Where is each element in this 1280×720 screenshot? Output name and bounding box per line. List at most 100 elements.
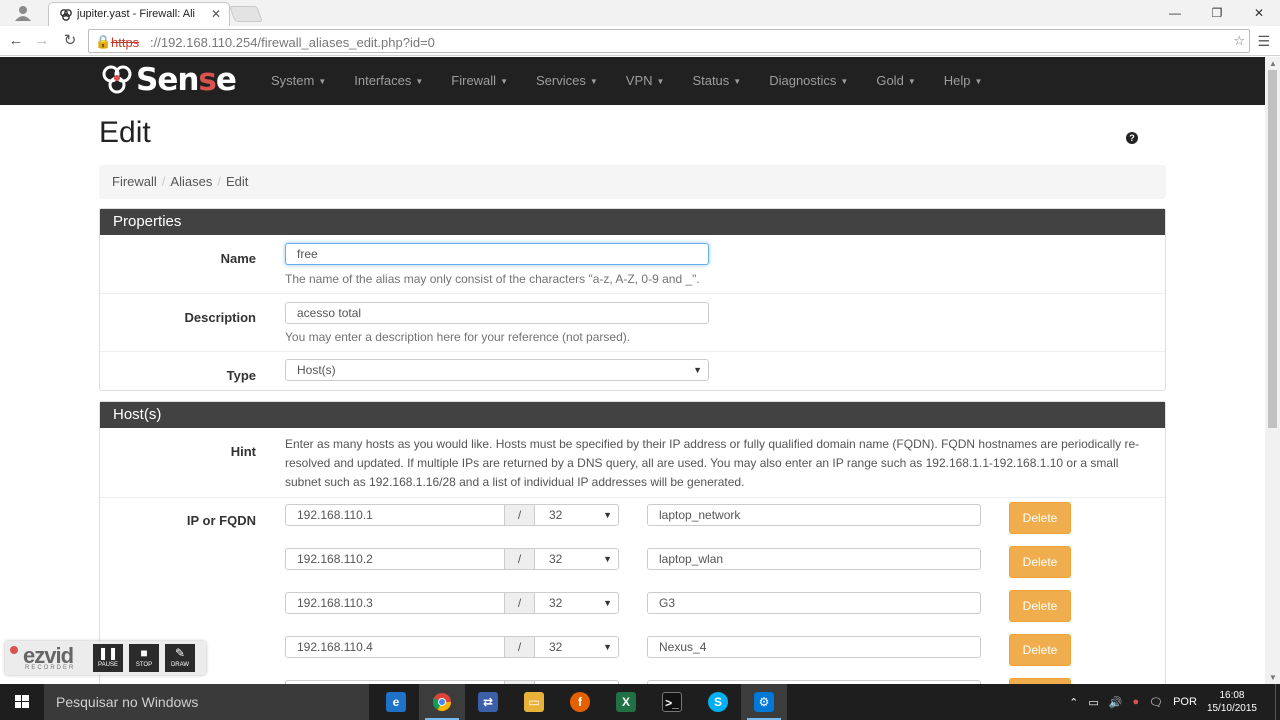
- host-description-input[interactable]: laptop_wlan: [647, 548, 981, 570]
- reload-icon[interactable]: ↻: [60, 32, 80, 50]
- ip-input[interactable]: 192.168.110.1: [285, 504, 505, 526]
- cidr-slash: /: [505, 504, 534, 526]
- tab-close-icon[interactable]: ✕: [211, 7, 221, 21]
- profile-icon[interactable]: [8, 3, 38, 23]
- delete-button[interactable]: Delete: [1009, 590, 1071, 622]
- windows-start-icon[interactable]: [0, 684, 44, 720]
- cidr-select[interactable]: 32 ▼: [534, 592, 619, 614]
- excel-icon[interactable]: X: [603, 684, 649, 720]
- recording-tray-icon[interactable]: ●: [1132, 696, 1139, 708]
- pfsense-logo[interactable]: Sense: [100, 62, 237, 98]
- record-indicator-icon: [10, 646, 18, 654]
- menu-services[interactable]: Services ▼: [536, 57, 598, 105]
- close-window-icon[interactable]: ✕: [1238, 0, 1280, 26]
- chevron-down-icon: ▼: [603, 642, 612, 652]
- delete-button[interactable]: Delete: [1009, 546, 1071, 578]
- description-help: You may enter a description here for you…: [285, 330, 631, 344]
- chrome-logo-icon: [432, 693, 451, 712]
- host-description-input[interactable]: laptop_network: [647, 504, 981, 526]
- terminal-icon[interactable]: >_: [649, 684, 695, 720]
- delete-button[interactable]: Delete: [1009, 502, 1071, 534]
- pause-button[interactable]: ❚❚ PAUSE: [93, 644, 123, 672]
- breadcrumb-aliases[interactable]: Aliases: [170, 174, 212, 189]
- cidr-slash: /: [505, 636, 534, 658]
- cidr-slash: /: [505, 592, 534, 614]
- network-icon[interactable]: ▭: [1088, 696, 1098, 709]
- scroll-thumb[interactable]: [1268, 70, 1277, 428]
- ip-input[interactable]: 192.168.110.3: [285, 592, 505, 614]
- chrome-icon[interactable]: [419, 684, 465, 720]
- firefox-icon[interactable]: f: [557, 684, 603, 720]
- recorder-subtitle: RECORDER: [25, 665, 76, 671]
- menu-status[interactable]: Status ▼: [692, 57, 741, 105]
- clock-date: 15/10/2015: [1206, 703, 1257, 714]
- host-entry: 192.168.110.1 / 32 ▼ laptop_network Delet…: [100, 502, 1165, 548]
- type-select[interactable]: Host(s) ▼: [285, 359, 709, 381]
- ip-input[interactable]: 192.168.110.2: [285, 548, 505, 570]
- browser-menu-icon[interactable]: ☰: [1257, 33, 1270, 50]
- chevron-down-icon: ▼: [603, 554, 612, 564]
- top-navbar: Sense System ▼ Interfaces ▼ Firewall ▼ Serv…: [0, 57, 1265, 105]
- properties-panel: Properties Name free The name of the ali…: [99, 208, 1166, 391]
- cidr-select[interactable]: 32 ▼: [534, 548, 619, 570]
- restore-icon[interactable]: ❐: [1196, 0, 1238, 26]
- tray-expand-icon[interactable]: ⌃: [1069, 696, 1078, 709]
- clock-time: 16:08: [1219, 690, 1245, 701]
- clock[interactable]: 16:08 15/10/2015: [1207, 689, 1257, 715]
- minimize-icon[interactable]: —: [1154, 0, 1196, 26]
- help-icon[interactable]: ?: [1126, 132, 1138, 144]
- new-tab-button[interactable]: [229, 6, 263, 22]
- bookmark-star-icon[interactable]: ☆: [1233, 33, 1245, 49]
- description-input[interactable]: acesso total: [285, 302, 709, 324]
- edge-icon[interactable]: e: [373, 684, 419, 720]
- page-scrollbar[interactable]: ▲ ▼: [1265, 57, 1280, 684]
- page-title: Edit: [99, 116, 151, 149]
- skype-icon[interactable]: S: [695, 684, 741, 720]
- taskbar-apps: e ⇄ ▭ f X >_ S ⚙: [373, 684, 787, 720]
- taskbar-search[interactable]: Pesquisar no Windows: [44, 684, 369, 720]
- hint-text: Enter as many hosts as you would like. H…: [285, 437, 1140, 489]
- hosts-panel: Host(s) Hint Enter as many hosts as you …: [99, 401, 1166, 684]
- scroll-down-icon[interactable]: ▼: [1269, 673, 1277, 682]
- ip-input[interactable]: 192.168.110.4: [285, 636, 505, 658]
- hint-row: Hint Enter as many hosts as you would li…: [100, 428, 1165, 498]
- browser-tabstrip: jupiter.yast - Firewall: Ali ✕ — ❐ ✕: [0, 0, 1280, 26]
- settings-app-icon[interactable]: ⚙: [741, 684, 787, 720]
- tab-title: jupiter.yast - Firewall: Ali: [77, 8, 195, 20]
- show-desktop-button[interactable]: [1275, 684, 1280, 720]
- file-explorer-icon[interactable]: ▭: [511, 684, 557, 720]
- breadcrumb-edit: Edit: [225, 174, 249, 189]
- delete-button[interactable]: Delete: [1009, 634, 1071, 666]
- forward-icon[interactable]: →: [32, 32, 52, 50]
- address-bar[interactable]: 🔒 https ://192.168.110.254/firewall_alia…: [88, 29, 1250, 53]
- chevron-down-icon: ▼: [603, 510, 612, 520]
- scroll-up-icon[interactable]: ▲: [1269, 59, 1277, 68]
- browser-tab[interactable]: jupiter.yast - Firewall: Ali ✕: [48, 2, 230, 26]
- menu-help[interactable]: Help ▼: [944, 57, 983, 105]
- notification-icon[interactable]: 🗨: [1149, 696, 1163, 709]
- back-icon[interactable]: ←: [6, 32, 26, 50]
- menu-diagnostics[interactable]: Diagnostics ▼: [769, 57, 848, 105]
- menu-system[interactable]: System ▼: [271, 57, 326, 105]
- volume-icon[interactable]: 🔊: [1109, 696, 1123, 709]
- windows-taskbar: Pesquisar no Windows e ⇄ ▭ f X >_ S ⚙ ⌃ …: [0, 684, 1280, 720]
- cidr-select[interactable]: 32 ▼: [534, 636, 619, 658]
- stop-button[interactable]: ■ STOP: [129, 644, 159, 672]
- language-indicator[interactable]: POR: [1173, 696, 1197, 708]
- name-input[interactable]: free: [285, 243, 709, 265]
- cidr-select[interactable]: 32 ▼: [534, 504, 619, 526]
- network-app-icon[interactable]: ⇄: [465, 684, 511, 720]
- pause-icon: ❚❚: [97, 646, 119, 660]
- menu-interfaces[interactable]: Interfaces ▼: [354, 57, 423, 105]
- main-menu: System ▼ Interfaces ▼ Firewall ▼ Services ▼ …: [271, 57, 1010, 105]
- hint-label: Hint: [230, 444, 256, 459]
- draw-button[interactable]: ✎ DRAW: [165, 644, 195, 672]
- menu-firewall[interactable]: Firewall ▼: [451, 57, 508, 105]
- breadcrumb-firewall[interactable]: Firewall: [112, 174, 157, 189]
- insecure-lock-icon[interactable]: 🔒: [95, 34, 111, 50]
- host-description-input[interactable]: Nexus_4: [647, 636, 981, 658]
- stop-icon: ■: [140, 646, 148, 660]
- host-description-input[interactable]: G3: [647, 592, 981, 614]
- menu-gold[interactable]: Gold ▼: [876, 57, 915, 105]
- menu-vpn[interactable]: VPN ▼: [626, 57, 665, 105]
